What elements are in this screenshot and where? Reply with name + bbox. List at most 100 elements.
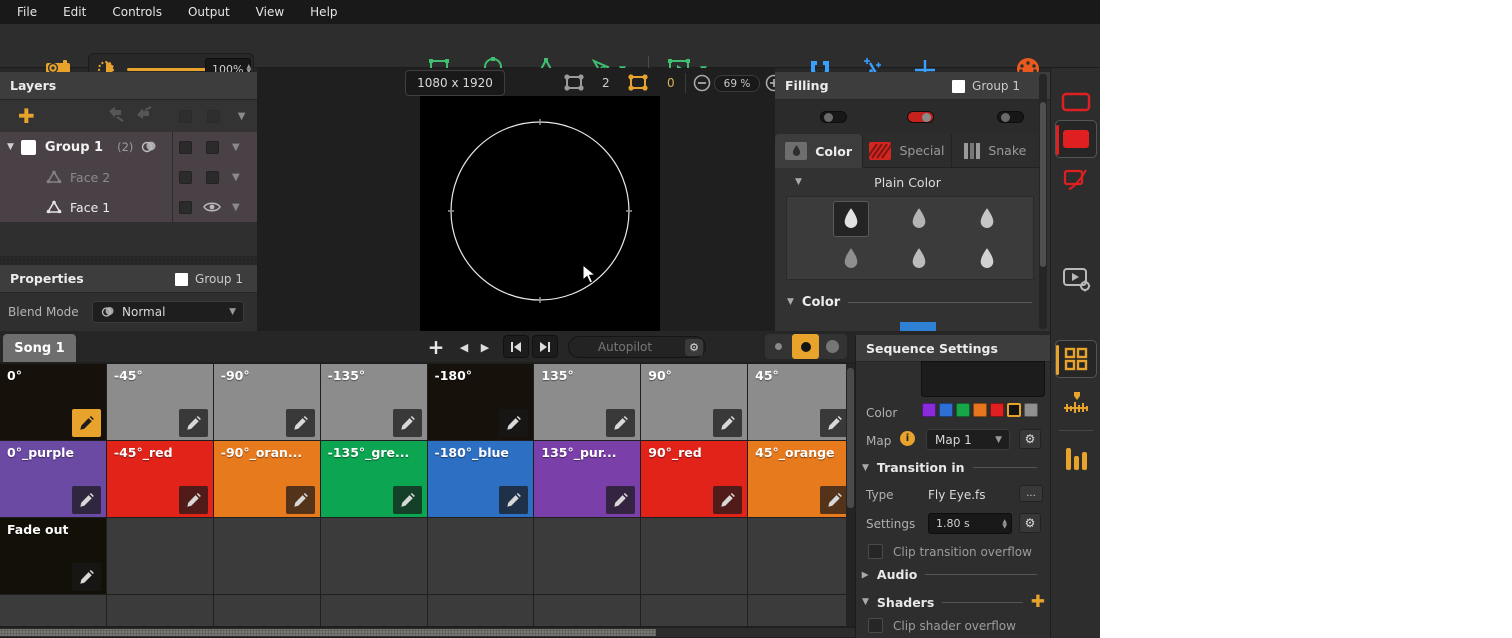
snake-enable-toggle[interactable]: [997, 111, 1024, 123]
layer-row-face-1[interactable]: Face 1 ▼: [0, 192, 257, 222]
grid-cell-empty[interactable]: [641, 518, 748, 594]
menu-item-view[interactable]: View: [243, 0, 297, 24]
map-dropdown[interactable]: Map 1 ▼: [926, 429, 1010, 450]
move-layer-back-button[interactable]: [105, 105, 127, 127]
edit-pencil-button[interactable]: [286, 486, 315, 514]
plain-color-expander-icon[interactable]: ▼: [795, 177, 802, 187]
edit-pencil-button[interactable]: [606, 409, 635, 437]
add-song-button[interactable]: +: [421, 333, 451, 360]
mode-active-button[interactable]: [792, 334, 819, 359]
grid-cell[interactable]: 135°: [534, 364, 641, 440]
grid-cell-empty[interactable]: [641, 595, 748, 626]
levels-view-button[interactable]: [1058, 440, 1094, 476]
color-swatch-2[interactable]: [939, 403, 953, 417]
grid-cell[interactable]: -45°_red: [107, 441, 214, 517]
skip-end-button[interactable]: [532, 335, 558, 358]
zoom-level-field[interactable]: 69 %: [714, 75, 760, 92]
song-tab[interactable]: Song 1: [3, 334, 76, 362]
menu-item-edit[interactable]: Edit: [50, 0, 99, 24]
transition-duration-spinner[interactable]: 1.80 s ▲▼: [928, 513, 1012, 534]
move-layer-front-button[interactable]: [133, 105, 155, 127]
mode-circle-button[interactable]: [819, 334, 846, 359]
grid-cell-empty[interactable]: [428, 518, 535, 594]
grid-cell[interactable]: -180°_blue: [428, 441, 535, 517]
grid-cell[interactable]: -90°_oran...: [214, 441, 321, 517]
filling-scrollbar[interactable]: [1039, 74, 1047, 329]
screen-draw-button[interactable]: [1058, 166, 1094, 194]
grid-cell-empty[interactable]: [534, 518, 641, 594]
edit-pencil-button[interactable]: [72, 409, 101, 437]
mode-dot-button[interactable]: [765, 334, 792, 359]
clip-transition-checkbox[interactable]: [868, 544, 883, 559]
visibility-all-toggle[interactable]: [207, 110, 220, 123]
edit-pencil-button[interactable]: [499, 486, 528, 514]
face-2-row-caret[interactable]: ▼: [232, 172, 240, 183]
color-swatch-1[interactable]: [922, 403, 936, 417]
map-info-icon[interactable]: i: [900, 431, 915, 446]
tab-color[interactable]: Color: [775, 134, 863, 168]
duration-spinner-arrows[interactable]: ▲▼: [1002, 519, 1007, 529]
screen-outline-button[interactable]: [1058, 88, 1094, 116]
edit-pencil-button[interactable]: [393, 409, 422, 437]
droplet-style-1[interactable]: [833, 201, 869, 237]
grid-cell[interactable]: -135°: [321, 364, 428, 440]
media-settings-button[interactable]: [1058, 264, 1094, 294]
group-color-chip[interactable]: [21, 140, 36, 155]
group-row-caret[interactable]: ▼: [232, 142, 240, 153]
edit-pencil-button[interactable]: [606, 486, 635, 514]
clip-shader-checkbox[interactable]: [868, 618, 883, 633]
edit-pencil-button[interactable]: [820, 409, 849, 437]
grid-cell[interactable]: 0°_purple: [0, 441, 107, 517]
group-visibility-toggle[interactable]: [206, 141, 219, 154]
edit-pencil-button[interactable]: [713, 409, 742, 437]
grid-cell[interactable]: 45°_orange: [748, 441, 855, 517]
type-browse-button[interactable]: ...: [1019, 485, 1043, 502]
edit-pencil-button[interactable]: [499, 409, 528, 437]
edit-pencil-button[interactable]: [286, 409, 315, 437]
screen-filled-button-selected[interactable]: [1055, 120, 1097, 158]
edit-pencil-button[interactable]: [72, 563, 101, 591]
grid-horizontal-scrollbar[interactable]: [0, 628, 855, 637]
grid-cell[interactable]: 90°_red: [641, 441, 748, 517]
grid-view-button-selected[interactable]: [1055, 340, 1097, 378]
zoom-out-button[interactable]: [693, 74, 711, 92]
color-enable-toggle[interactable]: [820, 111, 847, 123]
shaders-header[interactable]: ▼ Shaders ✚: [862, 593, 1045, 611]
menu-item-file[interactable]: File: [4, 0, 50, 24]
droplet-style-5[interactable]: [901, 241, 937, 277]
face-1-eye-icon[interactable]: [203, 201, 221, 213]
edit-pencil-button[interactable]: [393, 486, 422, 514]
audio-expander-icon[interactable]: ▼: [860, 571, 870, 578]
edit-pencil-button[interactable]: [713, 486, 742, 514]
grid-cell-empty[interactable]: [321, 518, 428, 594]
solo-all-toggle[interactable]: [179, 110, 192, 123]
tab-snake[interactable]: Snake: [952, 134, 1040, 168]
droplet-style-3[interactable]: [969, 201, 1005, 237]
grid-cell[interactable]: -90°: [214, 364, 321, 440]
face-1-row-caret[interactable]: ▼: [232, 202, 240, 213]
audio-header[interactable]: ▼ Audio: [862, 567, 1045, 582]
grid-cell[interactable]: Fade out: [0, 518, 107, 594]
transition-settings-button[interactable]: ⚙: [1019, 513, 1041, 533]
color-swatch-5[interactable]: [990, 403, 1004, 417]
edit-pencil-button[interactable]: [72, 486, 101, 514]
grid-cell-empty[interactable]: [534, 595, 641, 626]
grid-cell-empty[interactable]: [321, 595, 428, 626]
menu-item-help[interactable]: Help: [297, 0, 350, 24]
grid-cell[interactable]: 0°: [0, 364, 107, 440]
droplet-style-6[interactable]: [969, 241, 1005, 277]
group-expander-icon[interactable]: ▼: [7, 142, 14, 152]
grid-cell-empty[interactable]: [0, 595, 107, 626]
canvas-area[interactable]: 1080 x 1920 2 0 69 %: [257, 68, 775, 331]
blend-mode-dropdown[interactable]: Normal ▼: [92, 301, 244, 323]
color-swatch-3[interactable]: [956, 403, 970, 417]
edit-pencil-button[interactable]: [820, 486, 849, 514]
led-screen-preview[interactable]: [420, 96, 660, 331]
grid-cell[interactable]: 90°: [641, 364, 748, 440]
edit-pencil-button[interactable]: [179, 486, 208, 514]
grid-vertical-scrollbar[interactable]: [846, 364, 855, 626]
droplet-style-4[interactable]: [833, 241, 869, 277]
timeline-view-button[interactable]: [1058, 386, 1094, 420]
autopilot-field[interactable]: Autopilot ⚙: [568, 336, 706, 358]
transition-expander-icon[interactable]: ▼: [862, 463, 869, 473]
